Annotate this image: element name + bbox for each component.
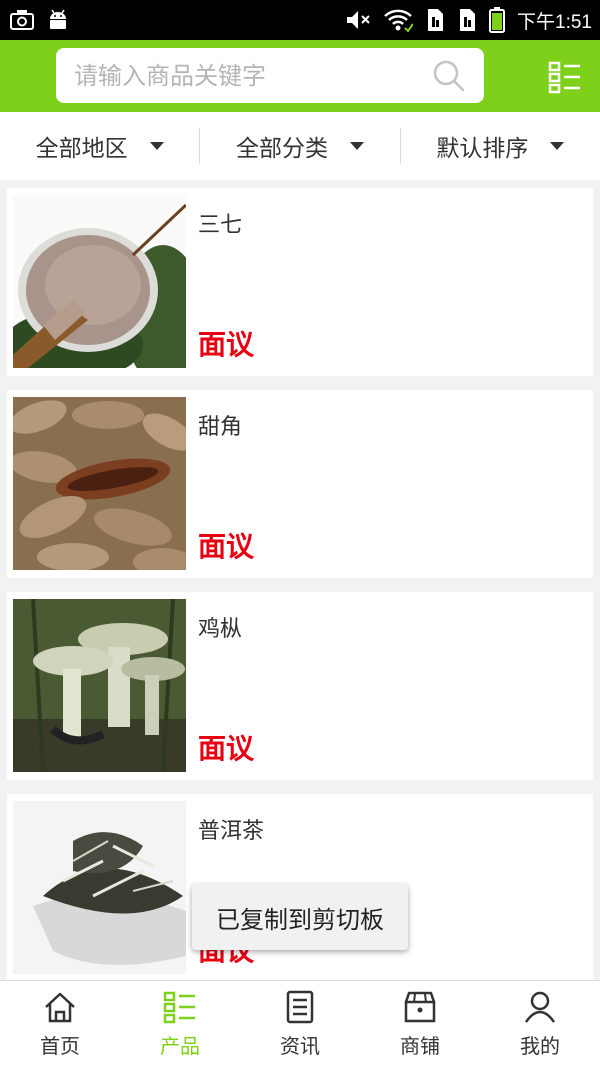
user-icon: [524, 991, 556, 1023]
filter-bar: 全部地区 全部分类 默认排序: [0, 112, 600, 180]
tab-label: 我的: [520, 1033, 560, 1058]
product-name: 普洱茶: [198, 819, 265, 844]
product-image[interactable]: [13, 599, 186, 772]
filter-label: 全部地区: [35, 136, 128, 162]
product-card[interactable]: 三七 面议: [7, 188, 593, 376]
filter-category[interactable]: 全部分类: [199, 128, 399, 164]
filter-label: 默认排序: [436, 136, 529, 162]
sim2-icon: [457, 8, 477, 32]
tab-label: 资讯: [280, 1033, 320, 1058]
product-price: 面议: [198, 328, 255, 361]
product-price: 面议: [198, 732, 255, 765]
shop-icon: [404, 991, 436, 1022]
product-name: 鸡枞: [198, 617, 243, 642]
category-menu-icon[interactable]: [548, 60, 582, 94]
product-image[interactable]: [13, 195, 186, 368]
product-card[interactable]: 鸡枞 面议: [7, 592, 593, 780]
search-box[interactable]: [56, 48, 484, 103]
caret-down-icon: [349, 142, 364, 150]
product-name: 甜角: [198, 415, 243, 440]
product-list-icon: [163, 991, 195, 1023]
home-icon: [45, 992, 75, 1022]
filter-region[interactable]: 全部地区: [0, 128, 199, 164]
tab-products[interactable]: 产品: [120, 981, 240, 1067]
tab-news[interactable]: 资讯: [240, 981, 360, 1067]
tab-label: 产品: [160, 1033, 200, 1058]
camera-icon: [10, 9, 34, 31]
tab-label: 首页: [40, 1033, 80, 1058]
status-time: 下午1:51: [517, 11, 592, 33]
product-list: 三七 面议 甜角 面议 鸡枞 面议 普洱茶 面议: [7, 188, 593, 996]
status-bar: 下午1:51: [0, 0, 600, 40]
product-card[interactable]: 甜角 面议: [7, 390, 593, 578]
sim1-icon: [425, 8, 445, 32]
battery-icon: [489, 7, 506, 33]
caret-down-icon: [149, 142, 164, 150]
toast-message: 已复制到剪切板: [192, 884, 408, 950]
product-image[interactable]: [13, 801, 186, 974]
mute-icon: [345, 9, 371, 31]
android-icon: [46, 8, 70, 32]
top-bar: [0, 40, 600, 112]
tab-mine[interactable]: 我的: [480, 981, 600, 1067]
filter-label: 全部分类: [235, 136, 328, 162]
news-icon: [286, 990, 314, 1023]
product-image[interactable]: [13, 397, 186, 570]
product-price: 面议: [198, 530, 255, 563]
tab-label: 商铺: [400, 1033, 440, 1058]
caret-down-icon: [550, 142, 565, 150]
tab-home[interactable]: 首页: [0, 981, 120, 1067]
search-icon[interactable]: [432, 59, 466, 93]
filter-sort[interactable]: 默认排序: [399, 128, 600, 164]
bottom-tab-bar: 首页 产品 资讯 商铺 我的: [0, 980, 600, 1067]
search-input[interactable]: [74, 61, 432, 90]
product-name: 三七: [198, 213, 243, 238]
tab-shop[interactable]: 商铺: [360, 981, 480, 1067]
wifi-icon: [383, 8, 414, 32]
